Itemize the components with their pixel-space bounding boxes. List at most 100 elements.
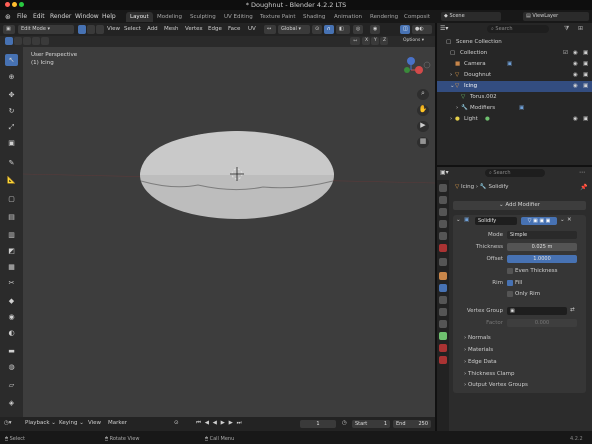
texture-tab-icon[interactable] <box>439 356 447 364</box>
scale-tool[interactable]: ⤢ <box>5 121 18 133</box>
particles-tab-icon[interactable] <box>439 296 447 304</box>
menu-mesh[interactable]: Mesh <box>164 26 178 32</box>
proportional-edit-icon[interactable]: ◎ <box>353 25 363 34</box>
modifier-delete-icon[interactable]: ✕ <box>567 217 572 223</box>
transform-tool[interactable]: ▣ <box>5 137 18 149</box>
select-intersect-icon[interactable] <box>41 37 49 45</box>
tab-texture-paint[interactable]: Texture Paint <box>256 12 300 22</box>
3d-viewport[interactable]: User Perspective (1) Icing ⌕ ✋ ▶ ▦ <box>23 47 435 417</box>
edge-select-icon[interactable] <box>87 25 95 34</box>
mode-selector[interactable]: Edit Mode ▾ <box>18 25 74 34</box>
cursor-tool[interactable]: ⊕ <box>5 71 18 83</box>
outliner-row-icing[interactable]: ⌄ ▽ Icing ◉ ▣ <box>437 81 592 92</box>
camera-icon[interactable]: ▣ <box>583 83 588 89</box>
options-dropdown[interactable]: Options ▾ <box>400 37 432 45</box>
editor-type-icon[interactable]: ▣ <box>3 25 15 34</box>
output-tab-icon[interactable] <box>439 208 447 216</box>
checkbox-icon[interactable]: ☑ <box>563 50 568 56</box>
face-select-icon[interactable] <box>96 25 104 34</box>
panel-collapse-icon[interactable]: ⌄ <box>456 217 461 223</box>
select-new-icon[interactable] <box>5 37 13 45</box>
render-tab-icon[interactable] <box>439 196 447 204</box>
menu-help[interactable]: Help <box>102 13 116 20</box>
shrink-fatten-tool[interactable]: ◍ <box>5 361 18 373</box>
ortho-toggle-icon[interactable]: ▦ <box>417 137 429 148</box>
pivot-icon[interactable]: ↔ <box>264 25 276 34</box>
camera-icon[interactable]: ▣ <box>583 61 588 67</box>
constraints-tab-icon[interactable] <box>439 320 447 328</box>
camera-icon[interactable]: ▣ <box>583 116 588 122</box>
end-frame-field[interactable]: End 250 <box>393 420 431 428</box>
subpanel-normals[interactable]: › Normals <box>464 335 491 341</box>
tab-layout[interactable]: Layout <box>126 12 153 22</box>
subpanel-output-vertex-groups[interactable]: › Output Vertex Groups <box>464 382 528 388</box>
tool-tab-icon[interactable] <box>439 184 447 192</box>
outliner-row-torus[interactable]: ▽ Torus.002 <box>437 92 592 103</box>
edge-slide-tool[interactable]: ▬ <box>5 345 18 357</box>
visibility-icon[interactable]: ◉ <box>370 25 380 34</box>
poly-build-tool[interactable]: ◆ <box>5 295 18 307</box>
tab-uv-editing[interactable]: UV Editing <box>220 12 257 22</box>
measure-tool[interactable]: 📐 <box>5 174 18 186</box>
menu-render[interactable]: Render <box>50 13 71 20</box>
outliner-search-input[interactable]: ⌕ Search <box>487 25 549 33</box>
mirror-z-button[interactable]: Z <box>380 37 388 45</box>
doughnut-mesh[interactable] <box>23 47 435 417</box>
mirror-x-button[interactable]: X <box>362 37 370 45</box>
add-cube-tool[interactable]: ▢ <box>5 193 18 205</box>
collapse-chevron-icon[interactable]: ⌄ <box>450 83 455 89</box>
modifier-visibility-toggles[interactable]: ▽ ▣ ▣ ▣ <box>521 217 557 225</box>
outliner-row-light[interactable]: › ● Light ● ◉ ▣ <box>437 114 592 125</box>
snap-icon[interactable]: ∩ <box>324 25 334 34</box>
rotate-tool[interactable]: ↻ <box>5 105 18 117</box>
expand-chevron-icon[interactable]: › <box>450 72 452 78</box>
material-tab-icon[interactable] <box>439 344 447 352</box>
menu-window[interactable]: Window <box>75 13 99 20</box>
outliner-editor-icon[interactable]: ☰▾ <box>440 25 448 32</box>
expand-chevron-icon[interactable]: › <box>456 105 458 111</box>
factor-field[interactable]: 0.000 <box>507 319 577 327</box>
transform-orientation-selector[interactable]: Global ▾ <box>278 25 310 34</box>
bevel-tool[interactable]: ◩ <box>5 245 18 257</box>
subpanel-materials[interactable]: › Materials <box>464 347 493 353</box>
object-tab-icon[interactable] <box>439 272 447 280</box>
fill-checkbox[interactable] <box>507 280 513 286</box>
vertex-select-icon[interactable] <box>78 25 86 34</box>
eye-icon[interactable]: ◉ <box>573 116 578 122</box>
menu-add[interactable]: Add <box>147 26 158 32</box>
filter-icon[interactable]: ⧩ <box>564 25 569 33</box>
invert-vertex-group-icon[interactable]: ⇄ <box>570 307 575 313</box>
tab-animation[interactable]: Animation <box>330 12 366 22</box>
collection-tab-icon[interactable] <box>439 258 447 266</box>
tab-sculpting[interactable]: Sculpting <box>186 12 220 22</box>
camera-view-icon[interactable]: ▶ <box>417 121 429 132</box>
properties-editor-icon[interactable]: ▣▾ <box>440 169 449 176</box>
modifier-dropdown-icon[interactable]: ⌄ <box>560 217 565 223</box>
menu-edit[interactable]: Edit <box>33 13 45 20</box>
menu-select[interactable]: Select <box>124 26 141 32</box>
tab-rendering[interactable]: Rendering <box>366 12 402 22</box>
camera-icon[interactable]: ▣ <box>583 50 588 56</box>
spin-tool[interactable]: ◉ <box>5 311 18 323</box>
expand-chevron-icon[interactable]: › <box>450 116 452 122</box>
playback-controls[interactable]: ⏮ ◀ ◀ ▶ ▶ ⏭ <box>196 420 243 427</box>
eye-icon[interactable]: ◉ <box>573 61 578 67</box>
mirror-y-button[interactable]: Y <box>371 37 379 45</box>
menu-vertex[interactable]: Vertex <box>185 26 203 32</box>
shading-mode-icon[interactable]: ●◐ <box>412 25 432 34</box>
outliner-row-scene-collection[interactable]: ▢ Scene Collection <box>437 37 592 48</box>
annotate-tool[interactable]: ✎ <box>5 157 18 169</box>
current-frame-field[interactable]: 1 <box>300 420 336 428</box>
zoom-icon[interactable]: ⌕ <box>417 89 429 100</box>
view-layer-selector[interactable]: ▤ ViewLayer <box>523 12 589 21</box>
menu-timeline-view[interactable]: View <box>88 420 101 426</box>
physics-tab-icon[interactable] <box>439 308 447 316</box>
mode-dropdown[interactable]: Simple <box>507 231 577 239</box>
tab-compositing[interactable]: Composit <box>400 12 434 22</box>
new-collection-icon[interactable]: ⊞ <box>578 25 583 32</box>
knife-tool[interactable]: ✂ <box>5 277 18 289</box>
tab-modeling[interactable]: Modeling <box>153 12 186 22</box>
eye-icon[interactable]: ◉ <box>573 83 578 89</box>
blender-icon[interactable]: ⊛ <box>5 13 11 21</box>
rip-region-tool[interactable]: ◈ <box>5 397 18 409</box>
